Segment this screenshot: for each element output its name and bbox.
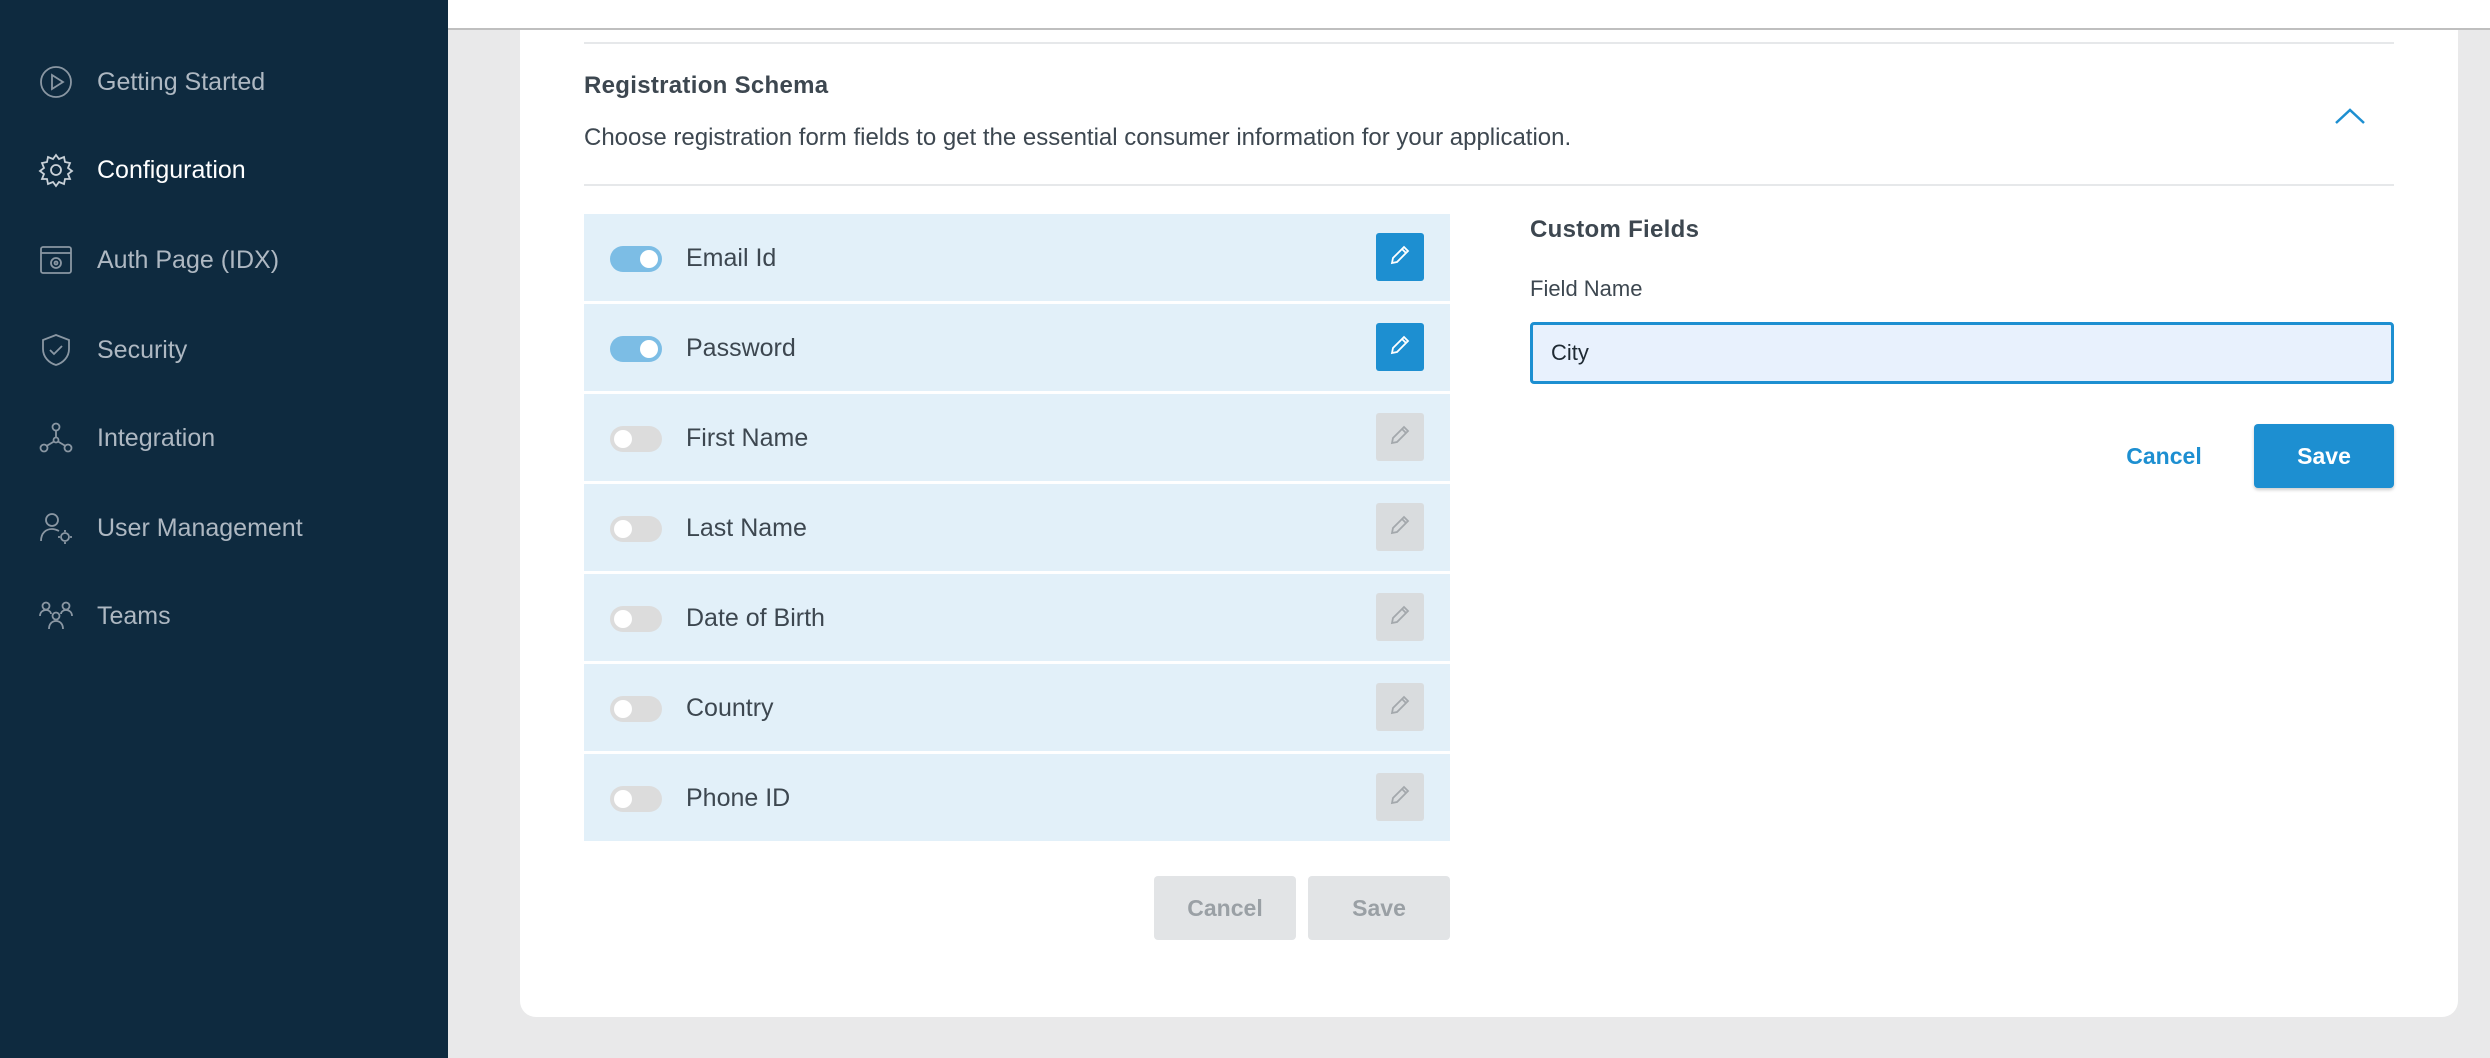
toggle-knob: [614, 430, 632, 448]
email-id-edit-button[interactable]: [1376, 233, 1424, 281]
first-name-edit-button[interactable]: [1376, 413, 1424, 461]
custom-fields-save-button[interactable]: Save: [2254, 424, 2394, 488]
registration-schema-card: Registration Schema Choose registration …: [520, 30, 2458, 1017]
team-icon: [36, 596, 76, 636]
sidebar-item-security[interactable]: Security: [36, 320, 436, 380]
sidebar: Getting Started Configuration Auth Page …: [0, 0, 448, 1058]
password-edit-button[interactable]: [1376, 323, 1424, 371]
date-of-birth-edit-button[interactable]: [1376, 593, 1424, 641]
sidebar-item-label: Security: [97, 335, 188, 364]
browser-gear-icon: [36, 240, 76, 280]
shield-check-icon: [36, 330, 76, 370]
field-label: Date of Birth: [686, 604, 825, 632]
section-title: Registration Schema: [584, 72, 829, 99]
field-row-first-name: First Name: [584, 394, 1450, 481]
sidebar-item-getting-started[interactable]: Getting Started: [36, 52, 436, 112]
field-row-last-name: Last Name: [584, 484, 1450, 571]
pencil-icon: [1388, 783, 1412, 812]
field-list: Email Id Password First Name Last Name D…: [584, 214, 1450, 844]
divider: [584, 42, 2394, 44]
custom-fields-cancel-button[interactable]: Cancel: [2106, 424, 2222, 488]
toggle-knob: [614, 520, 632, 538]
sidebar-item-user-management[interactable]: User Management: [36, 498, 436, 558]
divider: [584, 184, 2394, 186]
sidebar-item-label: User Management: [97, 513, 303, 542]
sidebar-item-label: Configuration: [97, 155, 246, 184]
field-name-label: Field Name: [1530, 276, 1643, 301]
phone-id-toggle[interactable]: [610, 786, 662, 812]
custom-fields-title: Custom Fields: [1530, 216, 1700, 243]
field-label: Country: [686, 694, 774, 722]
sidebar-item-label: Auth Page (IDX): [97, 245, 280, 274]
sidebar-item-auth-page[interactable]: Auth Page (IDX): [36, 230, 436, 290]
sidebar-item-integration[interactable]: Integration: [36, 408, 436, 468]
sidebar-item-configuration[interactable]: Configuration: [36, 140, 436, 200]
field-label: Last Name: [686, 514, 807, 542]
toggle-knob: [614, 790, 632, 808]
field-label: Password: [686, 334, 796, 362]
sidebar-item-label: Teams: [97, 601, 171, 630]
phone-id-edit-button[interactable]: [1376, 773, 1424, 821]
email-id-toggle[interactable]: [610, 246, 662, 272]
sidebar-item-label: Integration: [97, 423, 216, 452]
chevron-up-icon: [2334, 106, 2366, 131]
pencil-icon: [1388, 603, 1412, 632]
play-circle-icon: [36, 62, 76, 102]
top-bar: [448, 0, 2490, 30]
field-label: First Name: [686, 424, 809, 452]
fields-save-button[interactable]: Save: [1308, 876, 1450, 940]
fields-cancel-button[interactable]: Cancel: [1154, 876, 1296, 940]
pencil-icon: [1388, 513, 1412, 542]
first-name-toggle[interactable]: [610, 426, 662, 452]
sidebar-item-label: Getting Started: [97, 67, 266, 96]
date-of-birth-toggle[interactable]: [610, 606, 662, 632]
field-row-email-id: Email Id: [584, 214, 1450, 301]
toggle-knob: [614, 700, 632, 718]
pencil-icon: [1388, 423, 1412, 452]
field-label: Email Id: [686, 244, 777, 272]
user-gear-icon: [36, 508, 76, 548]
field-row-date-of-birth: Date of Birth: [584, 574, 1450, 661]
country-edit-button[interactable]: [1376, 683, 1424, 731]
last-name-toggle[interactable]: [610, 516, 662, 542]
password-toggle[interactable]: [610, 336, 662, 362]
country-toggle[interactable]: [610, 696, 662, 722]
field-label: Phone ID: [686, 784, 791, 812]
field-row-country: Country: [584, 664, 1450, 751]
pencil-icon: [1388, 333, 1412, 362]
toggle-knob: [640, 340, 658, 358]
last-name-edit-button[interactable]: [1376, 503, 1424, 551]
collapse-button[interactable]: [2328, 96, 2372, 140]
network-nodes-icon: [36, 418, 76, 458]
pencil-icon: [1388, 243, 1412, 272]
sidebar-item-teams[interactable]: Teams: [36, 586, 436, 646]
toggle-knob: [640, 250, 658, 268]
toggle-knob: [614, 610, 632, 628]
field-name-input[interactable]: [1530, 322, 2394, 384]
gear-icon: [36, 150, 76, 190]
section-description: Choose registration form fields to get t…: [584, 124, 1572, 151]
pencil-icon: [1388, 693, 1412, 722]
field-row-password: Password: [584, 304, 1450, 391]
field-row-phone-id: Phone ID: [584, 754, 1450, 841]
